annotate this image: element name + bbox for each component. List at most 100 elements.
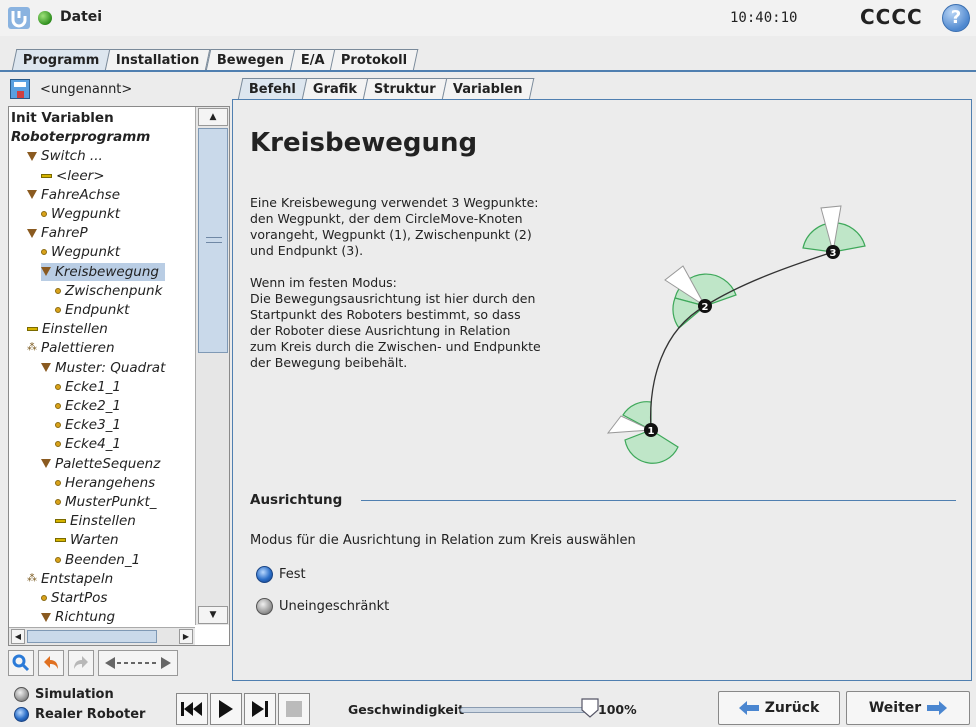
- scroll-right-arrow-icon[interactable]: ▶: [179, 629, 193, 644]
- move-node-button[interactable]: [98, 650, 178, 676]
- tree-item-label: Ecke3_1: [65, 417, 122, 434]
- tree-item[interactable]: Ecke1_1: [55, 378, 121, 396]
- simulation-option[interactable]: Simulation: [14, 687, 114, 702]
- folder-node-icon: [27, 190, 37, 200]
- tree-item[interactable]: FahreAchse: [27, 186, 120, 204]
- tree-item-label: FahreP: [41, 225, 88, 242]
- program-tree-list: Init Variablen Roboterprogramm Switch ... <…: [9, 107, 194, 625]
- tree-item[interactable]: Ecke3_1: [55, 416, 121, 434]
- tree-item[interactable]: Kreisbewegung: [41, 262, 165, 281]
- tab-protokoll[interactable]: Protokoll: [330, 49, 419, 71]
- tree-item[interactable]: Ecke2_1: [55, 397, 121, 415]
- simulation-radio-icon[interactable]: [14, 687, 29, 702]
- scroll-left-arrow-icon[interactable]: ◀: [11, 629, 25, 644]
- tree-item-label: Roboterprogramm: [11, 129, 151, 146]
- scroll-up-arrow-icon[interactable]: ▲: [198, 108, 228, 126]
- tree-item[interactable]: Zwischenpunk: [55, 282, 162, 300]
- tree-horizontal-scrollbar[interactable]: ◀ ▶: [9, 627, 195, 645]
- radio-selected-icon[interactable]: [256, 566, 273, 583]
- option-uneingeschraenkt[interactable]: Uneingeschränkt: [256, 598, 389, 615]
- waypoint-icon: [55, 383, 61, 390]
- help-icon[interactable]: ?: [942, 4, 970, 32]
- tree-item-label: Zwischenpunk: [65, 282, 163, 299]
- back-label: Zurück: [764, 700, 820, 716]
- speed-slider-thumb[interactable]: [581, 698, 599, 718]
- folder-node-icon: [27, 228, 37, 238]
- tree-item[interactable]: Herangehens: [55, 474, 155, 492]
- rewind-button[interactable]: [176, 693, 208, 725]
- scroll-down-arrow-icon[interactable]: ▼: [198, 606, 228, 624]
- tree-item[interactable]: Endpunkt: [55, 301, 129, 319]
- tree-item[interactable]: StartPos: [41, 589, 107, 607]
- real-robot-radio-icon[interactable]: [14, 707, 29, 722]
- tree-item[interactable]: Warten: [55, 531, 119, 549]
- tree-item[interactable]: ⁂ Palettieren: [27, 339, 115, 357]
- tree-item[interactable]: Switch ...: [27, 147, 103, 165]
- robot-name: CCCC: [860, 5, 923, 29]
- tab-grafik[interactable]: Grafik: [301, 78, 369, 100]
- folder-node-icon: [41, 459, 51, 469]
- arrow-right-icon: [927, 701, 948, 715]
- real-robot-label: Realer Roboter: [35, 707, 146, 722]
- command-node-icon: [55, 538, 66, 543]
- tab-befehl[interactable]: Befehl: [237, 78, 308, 100]
- tab-ea[interactable]: E/A: [289, 49, 336, 71]
- redo-button[interactable]: [68, 650, 94, 676]
- status-indicator-icon: [38, 11, 52, 25]
- tree-item[interactable]: Init Variablen: [11, 109, 114, 127]
- undo-button[interactable]: [38, 650, 64, 676]
- file-menu[interactable]: Datei: [60, 9, 102, 25]
- stop-button[interactable]: [278, 693, 310, 725]
- real-robot-option[interactable]: Realer Roboter: [14, 707, 145, 722]
- tree-item[interactable]: FahreP: [27, 224, 88, 242]
- option-fest[interactable]: Fest: [256, 566, 306, 583]
- h-scrollbar-thumb[interactable]: [27, 630, 157, 643]
- search-button[interactable]: [8, 650, 34, 676]
- tab-underline: [0, 70, 976, 72]
- tree-item-label: Wegpunkt: [51, 244, 121, 261]
- tree-item[interactable]: PaletteSequenz: [41, 455, 160, 473]
- speed-value: 100%: [598, 702, 637, 717]
- tree-item[interactable]: Wegpunkt: [41, 243, 120, 261]
- tree-item-label: MusterPunkt_: [65, 494, 157, 510]
- tree-item[interactable]: Beenden_1: [55, 551, 140, 569]
- tab-struktur[interactable]: Struktur: [362, 78, 448, 100]
- clock: 10:40:10: [730, 10, 798, 26]
- tab-bewegen[interactable]: Bewegen: [205, 49, 296, 71]
- play-button[interactable]: [210, 693, 242, 725]
- back-button[interactable]: Zurück: [718, 691, 840, 725]
- waypoint-icon: [55, 479, 61, 486]
- ur-logo-icon[interactable]: [8, 7, 30, 29]
- tree-item[interactable]: ⁂ Entstapeln: [27, 570, 113, 588]
- scrollbar-thumb[interactable]: [198, 128, 228, 353]
- tab-variablen[interactable]: Variablen: [441, 78, 534, 100]
- tree-item[interactable]: Einstellen: [27, 320, 108, 338]
- radio-unselected-icon[interactable]: [256, 598, 273, 615]
- tab-installation[interactable]: Installation: [105, 49, 212, 71]
- waypoint-icon: [41, 249, 47, 256]
- tree-item[interactable]: Wegpunkt: [41, 205, 120, 223]
- waypoint-icon: [55, 307, 61, 313]
- folder-node-icon: [27, 151, 37, 161]
- tree-vertical-scrollbar[interactable]: ▲ ▼: [195, 107, 229, 625]
- tab-programm[interactable]: Programm: [11, 49, 111, 71]
- tree-item[interactable]: Ecke4_1: [55, 435, 121, 453]
- tree-item[interactable]: MusterPunkt_: [55, 493, 157, 511]
- step-button[interactable]: [244, 693, 276, 725]
- next-button[interactable]: Weiter: [846, 691, 970, 725]
- tree-item[interactable]: Roboterprogramm: [11, 128, 150, 146]
- tree-item-label: Herangehens: [65, 474, 156, 491]
- tree-item-label: Muster: Quadrat: [55, 359, 166, 376]
- folder-node-icon: [41, 363, 51, 373]
- tree-item[interactable]: <leer>: [41, 167, 105, 185]
- move-arrows-icon: [105, 657, 171, 669]
- waypoint-icon: [55, 403, 61, 409]
- speed-slider-track[interactable]: [460, 707, 590, 713]
- tree-item[interactable]: Einstellen: [55, 512, 136, 530]
- tree-item[interactable]: Richtung: [41, 608, 115, 625]
- command-node-icon: [55, 519, 66, 524]
- tree-item[interactable]: Muster: Quadrat: [41, 359, 165, 377]
- page-title: Kreisbewegung: [250, 128, 478, 158]
- save-disk-icon[interactable]: [10, 79, 30, 99]
- tree-item-label: Ecke2_1: [65, 398, 122, 414]
